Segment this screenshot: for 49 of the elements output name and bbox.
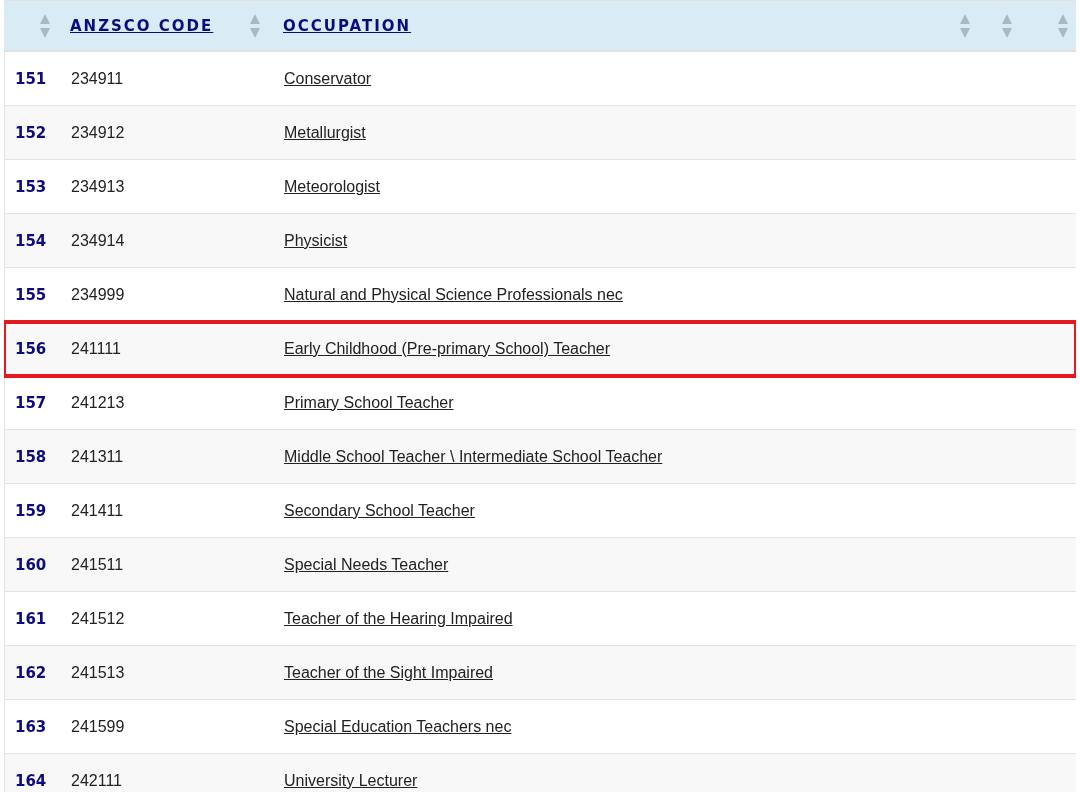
anzsco-code: 242111 (71, 771, 122, 789)
row-number: 155 (15, 285, 47, 304)
job-title-link[interactable]: Primary School Teacher (284, 393, 454, 411)
job-title-link[interactable]: Conservator (284, 69, 372, 87)
row-number: 152 (15, 123, 47, 142)
anzsco-code: 234913 (71, 177, 125, 195)
anzsco-code: 241213 (71, 393, 125, 411)
job-title-link[interactable]: University Lecturer (284, 771, 418, 789)
job-title-link[interactable]: Special Needs Teacher (284, 555, 449, 573)
column-header-link[interactable]: OCCUPATION (283, 16, 412, 35)
job-title-link[interactable]: Teacher of the Sight Impaired (284, 663, 493, 681)
sort-arrows-icon[interactable] (40, 14, 50, 38)
anzsco-code: 241111 (71, 339, 121, 357)
row-number: 162 (15, 663, 47, 682)
anzsco-code: 241513 (71, 663, 125, 681)
row-number: 161 (15, 609, 47, 628)
job-title-link[interactable]: Secondary School Teacher (284, 501, 475, 519)
row-number: 163 (15, 717, 47, 736)
job-title-link[interactable]: Special Education Teachers nec (284, 717, 512, 735)
anzsco-code: 241599 (71, 717, 125, 735)
anzsco-code: 241511 (71, 555, 124, 573)
job-title-link[interactable]: Meteorologist (284, 177, 381, 195)
anzsco-code: 241311 (71, 447, 124, 465)
anzsco-code: 234912 (71, 123, 125, 141)
job-title-link[interactable]: Physicist (284, 231, 348, 249)
row-number: 159 (15, 501, 47, 520)
anzsco-code: 234911 (71, 69, 124, 87)
row-number: 153 (15, 177, 47, 196)
anzsco-code: 241512 (71, 609, 125, 627)
job-title-link[interactable]: Middle School Teacher \ Intermediate School Teacher (284, 447, 663, 465)
sort-arrows-icon[interactable] (1002, 14, 1012, 38)
anzsco-code: 241411 (71, 501, 124, 519)
row-number: 156 (15, 339, 47, 358)
sort-arrows-icon[interactable] (960, 14, 970, 38)
anzsco-code: 234914 (71, 231, 125, 249)
job-title-link[interactable]: Teacher of the Hearing Impaired (284, 609, 513, 627)
sort-arrows-icon[interactable] (250, 14, 260, 38)
job-title-link[interactable]: Metallurgist (284, 123, 366, 141)
row-number: 157 (15, 393, 47, 412)
row-number: 158 (15, 447, 47, 466)
job-title-link[interactable]: Natural and Physical Science Professionals nec (284, 285, 623, 303)
row-number: 164 (15, 771, 47, 790)
row-number: 151 (15, 69, 47, 88)
row-number: 160 (15, 555, 47, 574)
sort-arrows-icon[interactable] (1058, 14, 1068, 38)
row-number: 154 (15, 231, 47, 250)
job-title-link[interactable]: Early Childhood (Pre-primary School) Teacher (284, 339, 611, 357)
column-header-link[interactable]: ANZSCO CODE (70, 16, 214, 35)
anzsco-code: 234999 (71, 285, 125, 303)
